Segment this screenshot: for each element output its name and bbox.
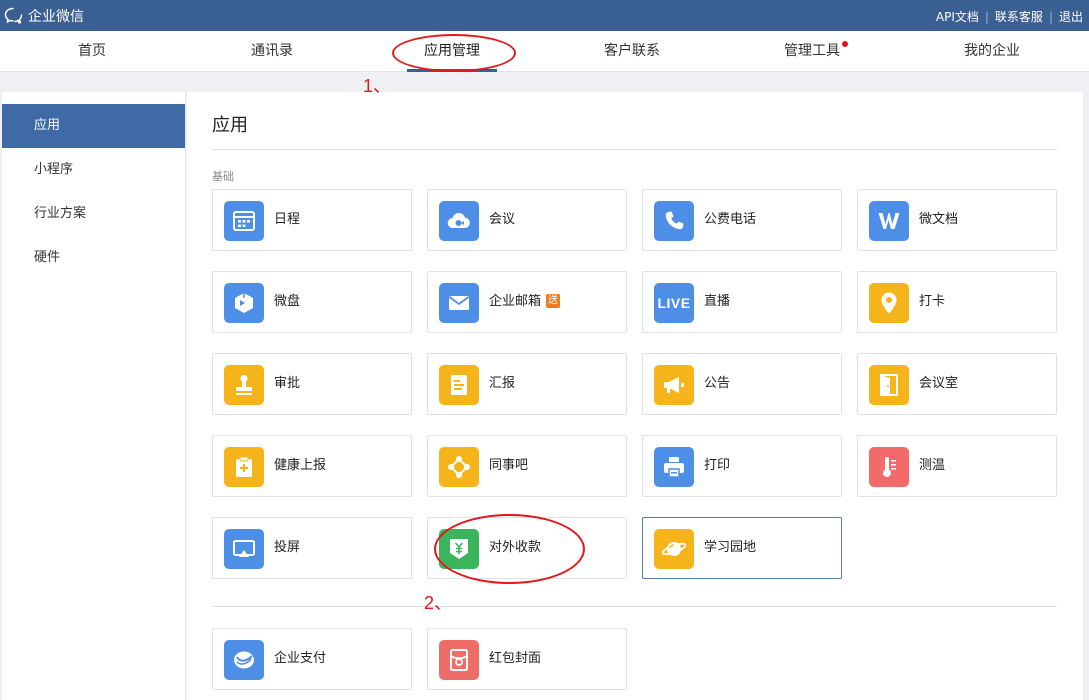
app-label: 打卡 [919,294,946,309]
logo[interactable]: 企业微信 [4,6,84,26]
divider [212,149,1057,150]
sidebar-item-hardware[interactable]: 硬件 [2,236,185,280]
gift-badge: 送 [546,294,561,308]
app-label: 企业邮箱 [489,294,542,309]
sidebar-item-mini-programs[interactable]: 小程序 [2,148,185,192]
divider [212,606,1057,607]
mail-icon [439,283,479,323]
report-icon [439,365,479,405]
app-card-learning-garden[interactable]: 学习园地 [642,517,842,579]
divider: | [1048,9,1053,24]
app-card-approval[interactable]: 审批 [212,353,412,415]
app-label: 汇报 [489,376,516,391]
logo-text: 企业微信 [28,9,84,25]
app-label-wrap: 企业邮箱送 [489,272,561,332]
app-card-drive[interactable]: 微盘 [212,271,412,333]
phone-icon [654,201,694,241]
door-icon [869,365,909,405]
nav-app-management[interactable]: 应用管理 [392,31,512,72]
api-docs-link[interactable]: API文档 [936,8,979,25]
app-label: 企业支付 [274,651,327,666]
app-label: 审批 [274,376,301,391]
app-card-report[interactable]: 汇报 [427,353,627,415]
app-label: 同事吧 [489,458,529,473]
wecom-logo-icon [4,7,23,24]
app-label: 直播 [704,294,731,309]
app-card-print[interactable]: 打印 [642,435,842,497]
live-icon-text: LIVE [657,295,691,311]
red-packet-icon [439,640,479,680]
divider: | [984,9,989,24]
app-card-colleague-circle[interactable]: 同事吧 [427,435,627,497]
location-pin-icon [869,283,909,323]
app-label: 学习园地 [704,540,757,555]
sidebar-item-apps[interactable]: 应用 [2,104,185,148]
logout-link[interactable]: 退出 [1059,8,1083,25]
app-card-enterprise-payment[interactable]: 企业支付 [212,628,412,690]
app-card-schedule[interactable]: 日程 [212,189,412,251]
main-nav: 首页 通讯录 应用管理 客户联系 管理工具 我的企业 [0,31,1089,72]
nav-home[interactable]: 首页 [32,31,152,72]
thermometer-icon [869,447,909,487]
cloud-meeting-icon [439,201,479,241]
section-label-basic: 基础 [212,170,234,183]
top-bar: 企业微信 API文档 | 联系客服 | 退出 [0,0,1089,31]
app-label: 公费电话 [704,212,757,227]
app-label: 健康上报 [274,458,327,473]
app-card-red-packet-cover[interactable]: 红包封面 [427,628,627,690]
app-label: 投屏 [274,540,301,555]
app-card-temperature[interactable]: 测温 [857,435,1057,497]
printer-icon [654,447,694,487]
app-label: 微盘 [274,294,301,309]
live-icon: LIVE [654,283,694,323]
app-label: 红包封面 [489,651,542,666]
notification-dot [842,41,848,47]
app-card-clock-in[interactable]: 打卡 [857,271,1057,333]
page-title: 应用 [212,115,248,136]
app-label: 打印 [704,458,731,473]
app-label: 测温 [919,458,946,473]
main-panel: 应用 基础 日程 会议 公费电话 微文档 微盘 企业邮箱 送 LIVE 直播 打… [187,92,1083,700]
health-clipboard-icon [224,447,264,487]
w-doc-icon [869,201,909,241]
app-card-meeting[interactable]: 会议 [427,189,627,251]
megaphone-icon [654,365,694,405]
app-label: 微文档 [919,212,959,227]
screencast-icon [224,529,264,569]
app-label: 日程 [274,212,301,227]
app-card-public-phone[interactable]: 公费电话 [642,189,842,251]
app-label: 对外收款 [489,540,542,555]
network-icon [439,447,479,487]
yuan-shield-icon [439,529,479,569]
nav-admin-tools[interactable]: 管理工具 [752,31,872,72]
app-label: 会议 [489,212,516,227]
planet-icon [654,529,694,569]
app-card-docs[interactable]: 微文档 [857,189,1057,251]
app-label: 会议室 [919,376,959,391]
drive-icon [224,283,264,323]
payment-icon [224,640,264,680]
app-card-screencast[interactable]: 投屏 [212,517,412,579]
app-card-announcement[interactable]: 公告 [642,353,842,415]
calendar-icon [224,201,264,241]
nav-contacts[interactable]: 通讯录 [212,31,332,72]
app-card-meeting-room[interactable]: 会议室 [857,353,1057,415]
app-label: 公告 [704,376,731,391]
sidebar-item-industry-solutions[interactable]: 行业方案 [2,192,185,236]
annotation-label-1: 1、 [363,76,392,96]
app-card-external-payment[interactable]: 对外收款 [427,517,627,579]
app-card-health-report[interactable]: 健康上报 [212,435,412,497]
contact-support-link[interactable]: 联系客服 [995,8,1043,25]
nav-customer-contact[interactable]: 客户联系 [572,31,692,72]
app-card-live[interactable]: LIVE 直播 [642,271,842,333]
app-card-enterprise-mail[interactable]: 企业邮箱送 [427,271,627,333]
stamp-icon [224,365,264,405]
sidebar: 应用 小程序 行业方案 硬件 [2,92,186,700]
annotation-label-2: 2、 [424,593,453,613]
nav-my-enterprise[interactable]: 我的企业 [932,31,1052,72]
